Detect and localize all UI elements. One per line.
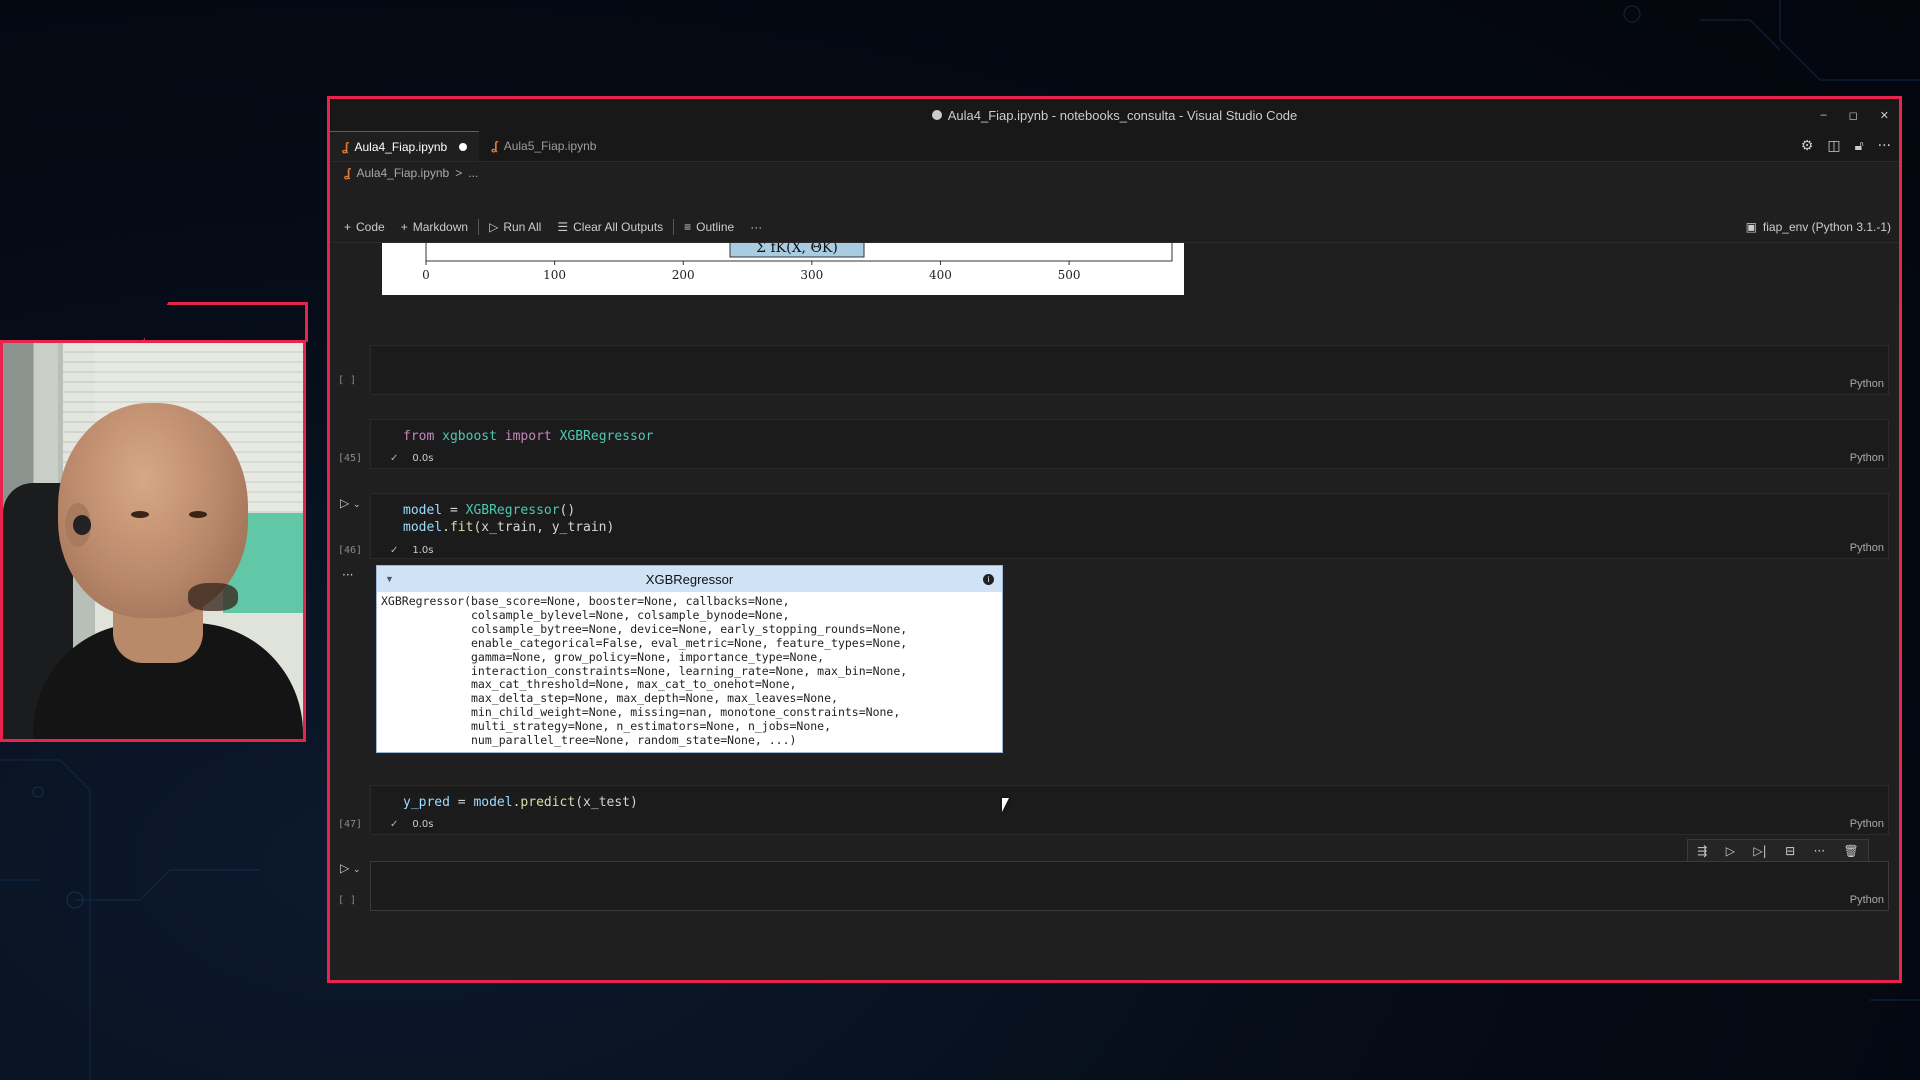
model-repr-header[interactable]: ▼ XGBRegressor i — [377, 566, 1002, 592]
model-repr-title: XGBRegressor — [645, 571, 734, 587]
code-cell-fit[interactable]: model = XGBRegressor() model.fit(x_train… — [370, 493, 1889, 559]
webcam-feed — [0, 340, 306, 742]
info-icon[interactable]: i — [983, 573, 994, 585]
breadcrumb-separator: > — [455, 166, 463, 180]
tab-label: Aula5_Fiap.ipynb — [503, 139, 597, 153]
execution-count: [46] — [338, 545, 363, 556]
run-cell-icon[interactable]: ▷ — [1726, 844, 1735, 858]
output-more-button[interactable]: ··· — [342, 568, 353, 582]
run-cell-button[interactable]: ▷ ⌄ — [340, 861, 361, 875]
outline-button[interactable]: ≡ Outline — [676, 220, 742, 234]
cell-language[interactable]: Python — [1850, 542, 1884, 554]
mouse-cursor — [1002, 798, 1016, 812]
more-actions-icon[interactable]: ··· — [1878, 138, 1891, 154]
title-bar: Aula4_Fiap.ipynb - notebooks_consulta - … — [330, 99, 1899, 131]
chart-annotation: Σ fK(X, ΘK) — [756, 243, 838, 256]
add-code-cell-button[interactable]: + Code — [336, 220, 393, 234]
chart-xtick-label: 500 — [1058, 268, 1081, 282]
editor-tabs: ʆ Aula4_Fiap.ipynb ʆ Aula5_Fiap.ipynb ⚙ … — [330, 131, 1899, 162]
unsaved-dot-icon — [931, 110, 942, 120]
clear-list-icon: ☰ — [557, 220, 569, 234]
check-icon: ✓ — [390, 819, 399, 830]
breadcrumb-rest[interactable]: ... — [468, 166, 478, 180]
check-icon: ✓ — [390, 545, 399, 556]
code-cell-empty-focused[interactable]: Python — [370, 861, 1889, 911]
notebook-icon: ʆ — [342, 139, 349, 154]
notebook-icon: ʆ — [344, 166, 351, 180]
cell-source[interactable]: y_pred = model.predict(x_test) — [371, 786, 1888, 811]
minimize-button[interactable]: – — [1821, 109, 1827, 121]
code-cell-import[interactable]: from xgboost import XGBRegressor Python — [370, 419, 1889, 469]
chart-xtick-label: 100 — [543, 268, 566, 282]
earbud — [73, 515, 91, 535]
chart-xtick-label: 300 — [800, 268, 823, 282]
code-cell-predict[interactable]: y_pred = model.predict(x_test) Python — [370, 785, 1889, 835]
cell-language[interactable]: Python — [1850, 894, 1884, 906]
chart-xtick-label: 200 — [672, 268, 695, 282]
add-markdown-cell-button[interactable]: + Markdown — [393, 220, 476, 234]
restore-button[interactable]: ◻ — [1849, 109, 1858, 122]
dirty-indicator-icon[interactable] — [459, 142, 468, 151]
tab-aula4[interactable]: ʆ Aula4_Fiap.ipynb — [330, 131, 480, 161]
run-below-icon[interactable]: ▷| — [1753, 844, 1766, 858]
run-above-icon[interactable]: ⇶ — [1697, 844, 1707, 858]
cell-source[interactable]: from xgboost import XGBRegressor — [371, 420, 1888, 445]
play-icon: ▷ — [489, 220, 499, 234]
breadcrumb: ʆ Aula4_Fiap.ipynb > ... — [330, 162, 1899, 184]
split-cell-icon[interactable]: ⊟ — [1785, 844, 1795, 858]
delete-cell-icon[interactable]: 🗑︎ — [1844, 844, 1859, 858]
run-cell-button[interactable]: ▷ ⌄ — [340, 496, 361, 510]
cell-toolbar: ⇶ ▷ ▷| ⊟ ··· 🗑︎ — [1687, 839, 1869, 863]
execution-count: [ ] — [338, 375, 357, 386]
execution-count: [ ] — [338, 895, 357, 906]
more-icon[interactable]: ··· — [1814, 844, 1825, 858]
breadcrumb-file[interactable]: Aula4_Fiap.ipynb — [356, 166, 449, 180]
plus-icon: + — [400, 220, 408, 234]
vscode-window: Aula4_Fiap.ipynb - notebooks_consulta - … — [327, 96, 1902, 983]
chart-xtick-label: 0 — [422, 268, 430, 282]
tab-label: Aula4_Fiap.ipynb — [354, 139, 448, 154]
window-controls: – ◻ ✕ — [1821, 99, 1889, 131]
cell-language[interactable]: Python — [1850, 452, 1884, 464]
code-cell-empty[interactable]: Python — [370, 345, 1889, 395]
chart-ytick-partial: 350 — [404, 243, 421, 246]
check-icon: ✓ — [390, 453, 399, 464]
settings-gear-icon[interactable]: ⚙ — [1801, 138, 1814, 154]
toolbar-more-button[interactable]: ··· — [742, 220, 770, 234]
chart-output: 0 100 200 300 400 500 Σ fK(X, ΘK) 350 — [382, 243, 1184, 295]
tab-aula5[interactable]: ʆ Aula5_Fiap.ipynb — [479, 131, 608, 161]
webcam-frame-tab — [142, 302, 308, 342]
plus-icon: + — [344, 220, 352, 234]
editor-actions: ⚙ ◫ 🔓︎ ··· — [1801, 131, 1891, 161]
clear-all-outputs-button[interactable]: ☰ Clear All Outputs — [549, 220, 671, 234]
chevron-down-icon[interactable]: ⌄ — [353, 500, 361, 510]
notebook-toolbar: + Code + Markdown ▷ Run All ☰ Clear All Outp… — [330, 212, 1899, 243]
notebook-icon: ʆ — [491, 139, 498, 153]
cell-status: ✓ 0.0s — [390, 453, 434, 464]
cell-language[interactable]: Python — [1850, 378, 1884, 390]
cell-status: ✓ 0.0s — [390, 819, 434, 830]
kernel-picker[interactable]: ▣ fiap_env (Python 3.1.-1) — [1746, 212, 1891, 242]
lock-icon[interactable]: 🔓︎ — [1855, 138, 1864, 154]
cell-language[interactable]: Python — [1850, 818, 1884, 830]
kernel-icon: ▣ — [1745, 220, 1757, 234]
cell-source[interactable]: model = XGBRegressor() model.fit(x_train… — [371, 494, 1888, 536]
notebook-editor: 0100200300400500 Σ fK(X, ΘK) 350 Python … — [330, 243, 1899, 979]
run-all-button[interactable]: ▷ Run All — [481, 220, 549, 234]
list-icon: ≡ — [684, 220, 692, 234]
model-repr-output: ▼ XGBRegressor i XGBRegressor(base_score… — [376, 565, 1003, 753]
execution-count: [47] — [338, 819, 363, 830]
cell-status: ✓ 1.0s — [390, 545, 434, 556]
model-repr-text: XGBRegressor(base_score=None, booster=No… — [381, 594, 908, 748]
split-editor-icon[interactable]: ◫ — [1827, 138, 1840, 154]
chart-xtick-label: 400 — [929, 268, 952, 282]
chevron-down-icon[interactable]: ⌄ — [353, 865, 361, 875]
chart-svg: 0 100 200 300 400 500 Σ fK(X, ΘK) 350 — [404, 243, 1173, 282]
execution-count: [45] — [338, 453, 363, 464]
collapse-arrow-icon[interactable]: ▼ — [385, 574, 394, 584]
close-button[interactable]: ✕ — [1880, 109, 1889, 122]
window-title: Aula4_Fiap.ipynb - notebooks_consulta - … — [947, 107, 1298, 123]
